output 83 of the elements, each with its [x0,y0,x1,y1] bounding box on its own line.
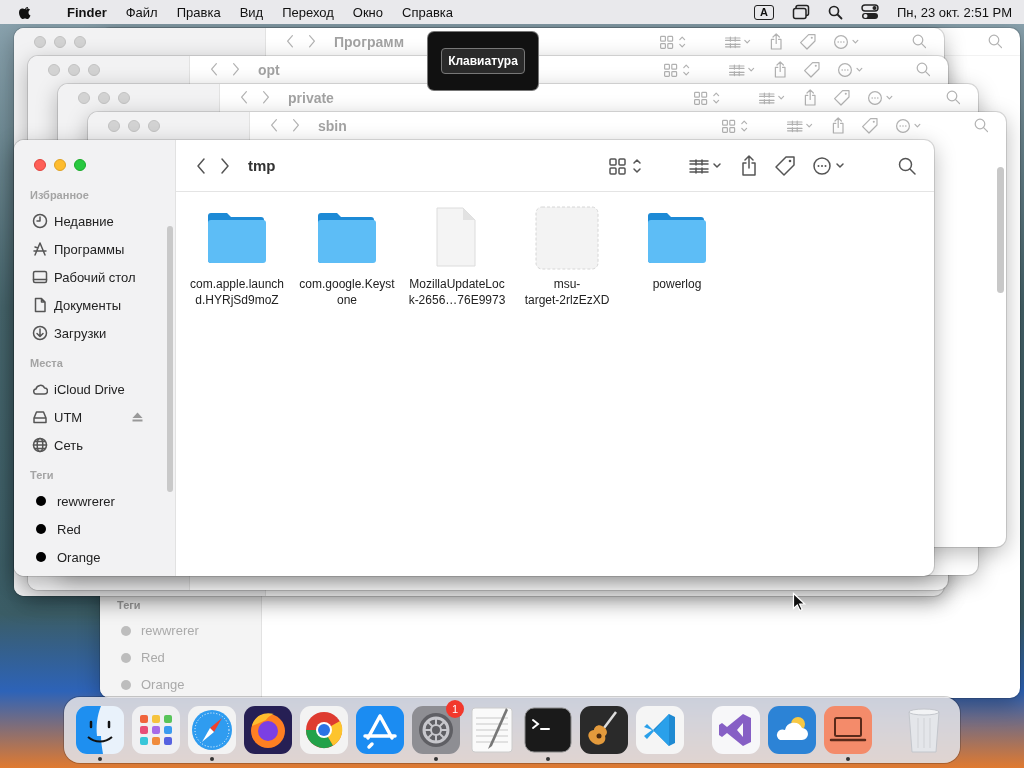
grid-view-icon[interactable] [608,155,644,176]
menu-item[interactable]: Окно [352,4,383,20]
file-name[interactable]: MozillaUpdateLoc k-2656…76E9973 [408,276,506,308]
sidebar-item[interactable]: Сеть [29,431,165,459]
globe-icon [32,437,48,453]
window-title: private [288,89,334,106]
terminal-icon[interactable] [522,704,574,756]
window-close-button[interactable] [34,159,46,171]
section-heading: Теги [30,469,55,483]
sidebar-item[interactable]: Red [29,515,165,543]
section-heading: Избранное [30,189,90,203]
section-heading: Места [30,357,64,371]
sidebar-item[interactable]: Программы [29,235,165,263]
eject-icon[interactable] [132,412,143,422]
search-icon[interactable] [827,4,843,20]
window-control-button[interactable] [88,64,100,76]
keyboard-button[interactable]: Клавиатура [441,48,525,74]
menu-item[interactable]: Справка [402,4,453,20]
drive-icon [32,409,48,425]
tag-icon[interactable] [774,154,796,177]
sidebar-item[interactable]: Рабочий стол [29,263,165,291]
laptop-icon[interactable] [822,704,874,756]
gear-icon[interactable] [410,704,462,756]
apple-icon[interactable] [18,4,32,20]
cloud-icon[interactable] [766,704,818,756]
window-control-button[interactable] [34,36,46,48]
window-title: tmp [248,157,276,174]
sidebar-item[interactable]: Orange [29,543,165,571]
back-icon[interactable] [196,156,206,175]
window-control-button[interactable] [78,92,90,104]
window-control-button[interactable] [48,64,60,76]
guitar-icon[interactable] [578,704,630,756]
file-name[interactable]: msu- target-2rlzEzXD [524,276,610,308]
sidebar-item[interactable]: Документы [29,291,165,319]
menu-item[interactable]: Переход [282,4,334,20]
app-menu[interactable]: Finder [67,4,107,20]
windows-icon[interactable] [791,4,810,20]
sidebar-item[interactable]: rewwrerer [29,487,165,515]
toggles-icon[interactable] [860,4,879,20]
window-title: Программ [334,33,405,50]
file-name[interactable]: com.apple.launch d.HYRjSd9moZ [189,276,285,308]
window-control-button[interactable] [148,120,160,132]
ring-icon[interactable] [298,704,350,756]
input-source-indicator[interactable]: A [754,4,774,20]
menu-clock[interactable]: Пн, 23 окт. 2:51 PM [896,4,1012,20]
tag-dot [121,625,131,636]
notification-badge: 1 [446,700,464,718]
window-control-button[interactable] [108,120,120,132]
window-title: sbin [318,117,347,134]
scrollbar[interactable] [997,167,1004,293]
share-icon[interactable] [740,154,758,177]
forward-icon[interactable] [220,156,230,175]
section-heading: Теги [117,599,142,613]
desktop-icon [32,269,48,285]
file-name[interactable]: powerlog [652,276,702,292]
tag-dot [121,652,131,663]
apps-icon [32,241,48,257]
split-face-icon[interactable] [74,704,126,756]
window-control-button[interactable] [128,120,140,132]
window-control-button[interactable] [54,36,66,48]
window-control-button[interactable] [118,92,130,104]
sidebar-item[interactable]: Загрузки [29,319,165,347]
pencil-a-icon[interactable] [354,704,406,756]
scrollbar[interactable] [167,226,173,492]
window-control-button[interactable] [98,92,110,104]
file-name[interactable]: com.google.Keyst one [299,276,395,308]
search-icon[interactable] [898,156,916,175]
menu-item[interactable]: Файл [125,4,158,20]
tag-dot [121,679,131,690]
window-control-button[interactable] [74,36,86,48]
window-control-button[interactable] [68,64,80,76]
sidebar-item[interactable]: UTM [29,403,165,431]
window-zoom-button[interactable] [74,159,86,171]
window-minimize-button[interactable] [54,159,66,171]
clock-icon [32,213,48,229]
menu-item[interactable]: Правка [176,4,221,20]
download-icon [32,325,48,341]
sidebar-item[interactable]: iCloud Drive [29,375,165,403]
document-icon [32,297,48,313]
menu-item[interactable]: Вид [239,4,264,20]
blank-file-icon[interactable] [535,206,599,270]
window-title: opt [258,61,280,78]
sidebar-item[interactable]: Недавние [29,207,165,235]
